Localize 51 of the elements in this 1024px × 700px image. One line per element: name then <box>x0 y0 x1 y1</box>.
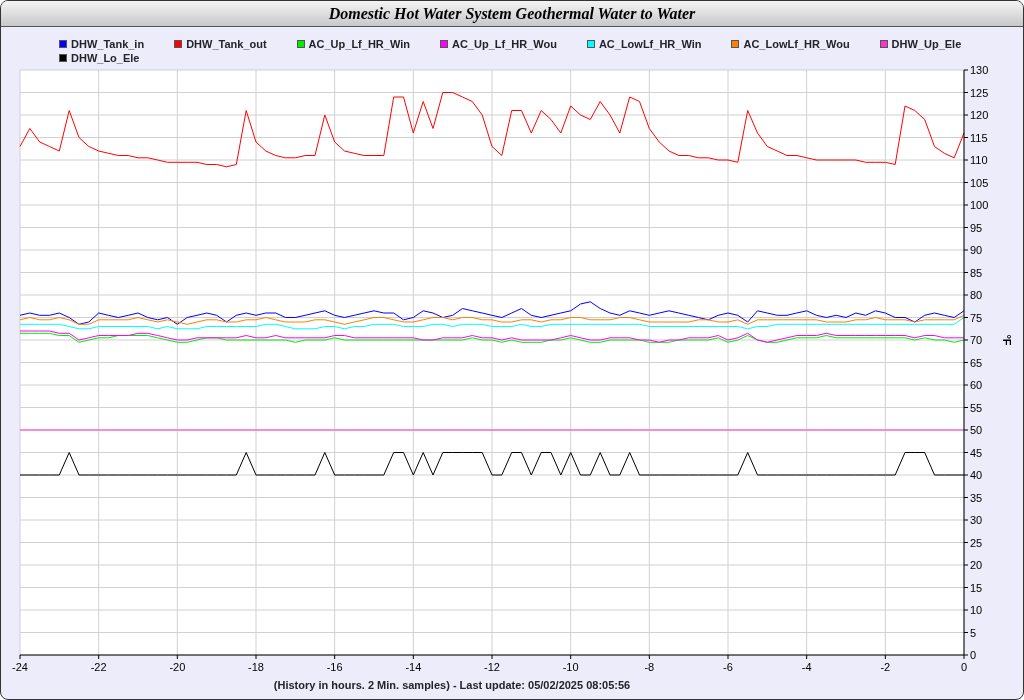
axis-tick-label: 25 <box>970 536 983 549</box>
axis-tick-label: 105 <box>970 176 989 189</box>
axis-tick-label: -20 <box>169 661 186 673</box>
axis-tick-label: 80 <box>970 289 983 301</box>
axis-title: (History in hours. 2 Min. samples) - Last update: 05/02/2025 08:05:56 <box>272 678 632 693</box>
axis-tick-label: 75 <box>970 311 983 324</box>
axis-tick-label: 55 <box>970 401 983 414</box>
axis-tick-label: 110 <box>970 154 988 166</box>
axis-tick-label: 0 <box>960 661 968 673</box>
axis-tick-label: -16 <box>326 661 343 673</box>
axis-tick-label: -12 <box>484 661 500 673</box>
axis-tick-label: -22 <box>90 661 107 673</box>
axis-tick-label: 10 <box>970 604 983 616</box>
axis-tick-label: -14 <box>405 661 422 673</box>
axis-tick-label: -6 <box>723 661 733 673</box>
legend-label: DHW_Tank_in <box>71 37 145 51</box>
axis-tick-label: 60 <box>970 379 983 391</box>
axis-tick-label: 125 <box>970 86 989 99</box>
axis-tick-label: 50 <box>970 424 983 436</box>
chart-title: Domestic Hot Water System Geothermal Water to Water <box>328 3 696 25</box>
legend-label: AC_LowLf_HR_Win <box>598 37 702 51</box>
legend-label: AC_LowLf_HR_Wou <box>743 37 850 51</box>
axis-tick-label: 90 <box>970 244 983 256</box>
axis-tick-label: 0 <box>970 649 977 661</box>
legend-label: DHW_Up_Ele <box>891 37 962 51</box>
axis-tick-label: 115 <box>970 131 988 144</box>
axis-tick-label: 40 <box>970 469 983 481</box>
axis-title: °F <box>1001 334 1013 346</box>
axis-tick-label: 95 <box>970 221 983 234</box>
axis-tick-label: 65 <box>970 356 983 369</box>
axis-tick-label: 30 <box>970 514 983 526</box>
axis-tick-label: 70 <box>970 334 983 346</box>
axis-tick-label: 130 <box>970 65 989 76</box>
axis-tick-label: -10 <box>562 661 579 673</box>
axis-tick-label: -4 <box>801 661 812 673</box>
axis-tick-label: 100 <box>970 199 989 211</box>
axis-tick-label: 85 <box>970 266 983 279</box>
axis-tick-label: 5 <box>970 626 977 639</box>
axis-tick-label: -18 <box>248 661 264 673</box>
axis-tick-label: 20 <box>970 559 983 571</box>
axis-tick-label: 35 <box>970 491 983 504</box>
axis-tick-label: -24 <box>12 661 28 673</box>
axis-tick-label: -2 <box>880 661 891 673</box>
axis-tick-label: -8 <box>644 661 655 673</box>
axis-tick-label: 45 <box>970 446 983 459</box>
legend-label: AC_Up_Lf_HR_Wou <box>451 37 557 51</box>
legend-label: DHW_Lo_Ele <box>71 51 140 65</box>
legend-label: AC_Up_Lf_HR_Win <box>308 37 410 51</box>
axis-tick-label: 120 <box>970 109 989 121</box>
axis-tick-label: 15 <box>970 581 983 594</box>
legend-label: DHW_Tank_out <box>186 37 267 51</box>
